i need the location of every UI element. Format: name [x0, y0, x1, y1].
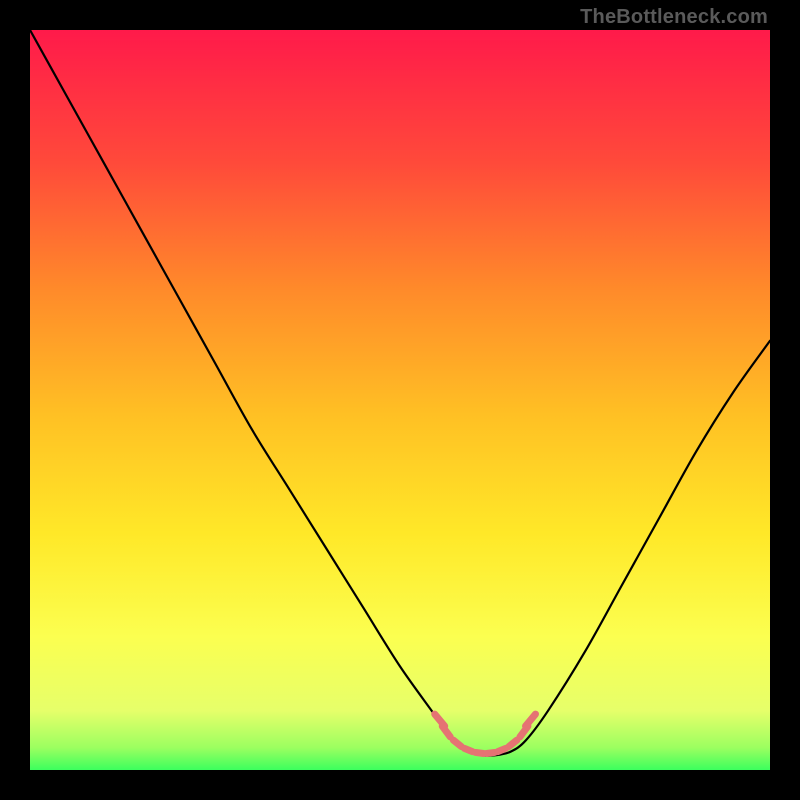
curve-layer [30, 30, 770, 770]
watermark-text: TheBottleneck.com [580, 6, 768, 29]
marker-cap-right [526, 714, 536, 726]
marker-dash [453, 740, 461, 746]
bottleneck-curve [30, 30, 770, 756]
highlight-markers [435, 714, 536, 753]
marker-dash [487, 752, 495, 753]
marker-dash [509, 740, 517, 746]
plot-area [30, 30, 770, 770]
marker-dash [498, 748, 506, 751]
chart-container: TheBottleneck.com [0, 0, 800, 800]
marker-cap-left [435, 714, 445, 726]
marker-dash [476, 752, 484, 753]
marker-dash [464, 748, 472, 751]
